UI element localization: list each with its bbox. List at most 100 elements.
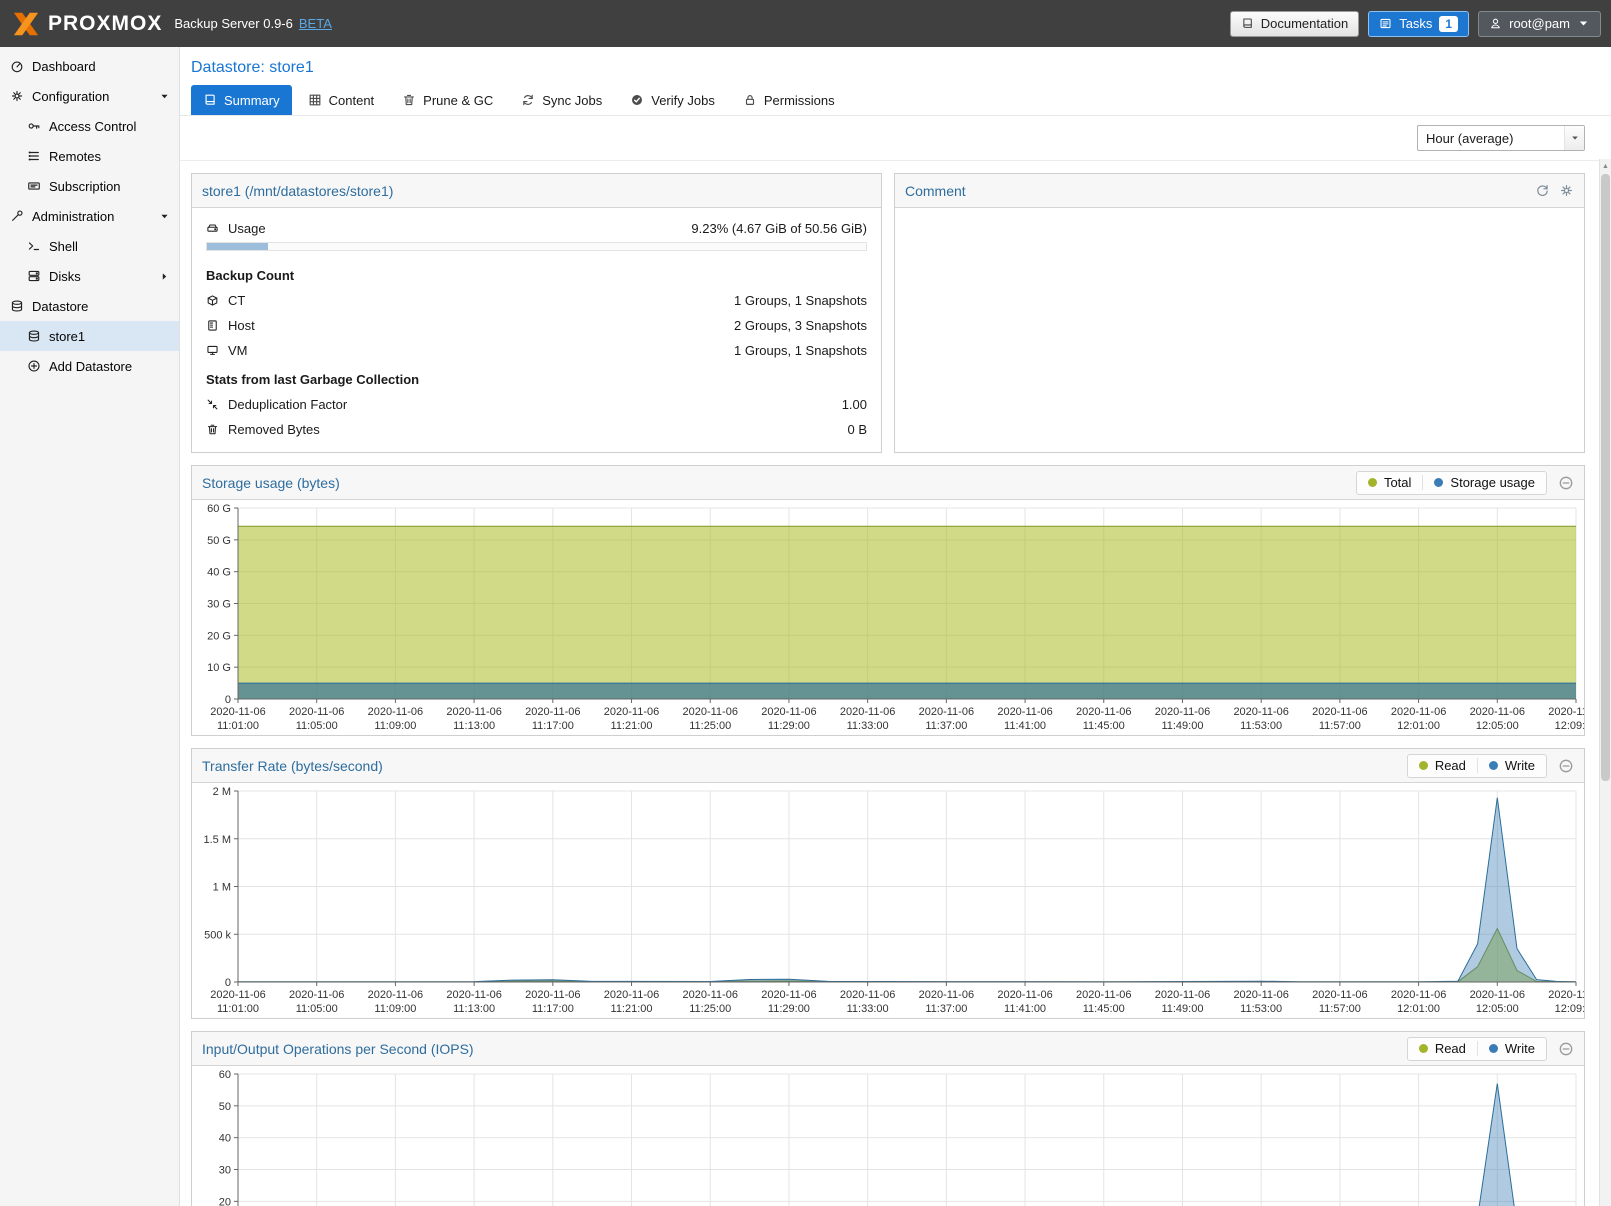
svg-text:30: 30 (219, 1165, 231, 1177)
user-menu-button[interactable]: root@pam (1478, 11, 1601, 37)
svg-text:11:05:00: 11:05:00 (296, 720, 338, 732)
legend-item-read[interactable]: Read (1408, 1041, 1477, 1056)
sidebar-item-administration[interactable]: Administration (0, 201, 179, 231)
panel-title: Comment (905, 183, 966, 199)
svg-text:2020-11-06: 2020-11-06 (1548, 989, 1584, 1001)
comment-body[interactable] (895, 208, 1584, 224)
tab-label: Sync Jobs (542, 93, 602, 108)
sidebar-item-remotes[interactable]: Remotes (0, 141, 179, 171)
svg-text:12:09:00: 12:09:00 (1555, 1003, 1584, 1015)
svg-text:11:37:00: 11:37:00 (925, 1003, 967, 1015)
svg-text:11:21:00: 11:21:00 (611, 720, 653, 732)
svg-text:11:29:00: 11:29:00 (768, 720, 810, 732)
svg-text:2020-11-06: 2020-11-06 (1391, 989, 1446, 1001)
ticket-icon (27, 179, 41, 193)
collapse-icon[interactable] (1558, 475, 1574, 491)
vertical-scrollbar[interactable]: ▲ (1599, 159, 1611, 1206)
svg-text:11:53:00: 11:53:00 (1240, 1003, 1282, 1015)
svg-text:2020-11-06: 2020-11-06 (997, 989, 1052, 1001)
legend-dot (1489, 761, 1498, 770)
documentation-button[interactable]: Documentation (1230, 11, 1359, 37)
svg-text:2020-11-06: 2020-11-06 (1548, 706, 1584, 718)
collapse-icon[interactable] (1558, 1041, 1574, 1057)
trash-icon (402, 93, 416, 107)
svg-text:2020-11-06: 2020-11-06 (761, 989, 816, 1001)
legend-label: Storage usage (1450, 475, 1535, 490)
plus-circle-icon (27, 359, 41, 373)
svg-text:2020-11-06: 2020-11-06 (1233, 989, 1288, 1001)
timerange-value: Hour (average) (1426, 131, 1513, 146)
tasks-button[interactable]: Tasks 1 (1368, 11, 1469, 37)
svg-text:2020-11-06: 2020-11-06 (604, 706, 659, 718)
transfer-rate-panel: Transfer Rate (bytes/second) Read Write (191, 748, 1585, 1019)
svg-text:2020-11-06: 2020-11-06 (1076, 989, 1131, 1001)
sidebar-item-store1[interactable]: store1 (0, 321, 179, 351)
sidebar-item-shell[interactable]: Shell (0, 231, 179, 261)
tab-label: Permissions (764, 93, 835, 108)
transfer-rate-chart: 0500 k1 M1.5 M2 M2020-11-0611:01:002020-… (192, 783, 1584, 1018)
collapse-expander-icon[interactable] (159, 211, 170, 222)
tab-summary[interactable]: Summary (191, 85, 292, 115)
gear-icon[interactable] (1559, 183, 1574, 198)
tab-content[interactable]: Content (296, 85, 387, 115)
sidebar-item-label: Disks (49, 269, 81, 284)
sidebar-item-label: Dashboard (32, 59, 96, 74)
svg-text:2 M: 2 M (213, 786, 231, 798)
tab-sync-jobs[interactable]: Sync Jobs (509, 85, 614, 115)
svg-text:2020-11-06: 2020-11-06 (1312, 989, 1367, 1001)
host-icon (206, 319, 219, 332)
legend-item-read[interactable]: Read (1408, 758, 1477, 773)
database-icon (27, 329, 41, 343)
svg-text:2020-11-06: 2020-11-06 (289, 706, 344, 718)
collapse-expander-icon[interactable] (159, 91, 170, 102)
sidebar-item-subscription[interactable]: Subscription (0, 171, 179, 201)
timerange-select[interactable]: Hour (average) (1417, 125, 1585, 151)
iops-chart: 01020304050602020-11-0611:01:002020-11-0… (192, 1066, 1584, 1206)
tab-label: Summary (224, 93, 280, 108)
sync-icon (521, 93, 535, 107)
expand-expander-icon[interactable] (159, 271, 170, 282)
svg-text:2020-11-06: 2020-11-06 (1470, 989, 1525, 1001)
sidebar-item-access-control[interactable]: Access Control (0, 111, 179, 141)
row-value: 1.00 (842, 397, 867, 412)
sidebar: Dashboard Configuration Access Control R… (0, 47, 180, 1206)
legend-item-storage-usage[interactable]: Storage usage (1422, 475, 1546, 490)
legend-item-total[interactable]: Total (1357, 475, 1422, 490)
svg-text:2020-11-06: 2020-11-06 (210, 989, 265, 1001)
sidebar-item-configuration[interactable]: Configuration (0, 81, 179, 111)
beta-link[interactable]: BETA (299, 16, 332, 31)
tab-permissions[interactable]: Permissions (731, 85, 847, 115)
svg-text:2020-11-06: 2020-11-06 (1076, 706, 1131, 718)
lock-icon (743, 93, 757, 107)
svg-text:10 G: 10 G (207, 662, 231, 674)
refresh-icon[interactable] (1535, 183, 1550, 198)
svg-text:2020-11-06: 2020-11-06 (683, 989, 738, 1001)
chevron-down-icon (1570, 133, 1580, 143)
usage-row: Usage 9.23% (4.67 GiB of 50.56 GiB) (206, 216, 867, 241)
tab-prune-gc[interactable]: Prune & GC (390, 85, 505, 115)
svg-text:2020-11-06: 2020-11-06 (289, 989, 344, 1001)
tab-bar: Summary Content Prune & GC Sync Jobs Ver… (180, 85, 1611, 116)
documentation-label: Documentation (1261, 16, 1348, 31)
legend-item-write[interactable]: Write (1477, 758, 1546, 773)
legend-item-write[interactable]: Write (1477, 1041, 1546, 1056)
scrollbar-up-icon[interactable]: ▲ (1600, 159, 1611, 173)
sidebar-item-disks[interactable]: Disks (0, 261, 179, 291)
row-value: 0 B (847, 422, 867, 437)
svg-text:11:49:00: 11:49:00 (1161, 1003, 1203, 1015)
sidebar-item-datastore[interactable]: Datastore (0, 291, 179, 321)
chart-legend: Total Storage usage (1356, 471, 1547, 495)
usage-progress-bar (206, 242, 867, 251)
top-bar: PROXMOX Backup Server 0.9-6 BETA Documen… (0, 0, 1611, 47)
usage-progress-fill (207, 243, 268, 250)
svg-text:2020-11-06: 2020-11-06 (840, 706, 895, 718)
collapse-icon[interactable] (1558, 758, 1574, 774)
chevron-down-icon (1577, 17, 1590, 30)
host-row: Host 2 Groups, 3 Snapshots (206, 313, 867, 338)
sidebar-item-add-datastore[interactable]: Add Datastore (0, 351, 179, 381)
chart-legend: Read Write (1407, 1037, 1547, 1061)
scrollbar-thumb[interactable] (1601, 174, 1610, 781)
tab-verify-jobs[interactable]: Verify Jobs (618, 85, 727, 115)
storage-usage-panel: Storage usage (bytes) Total Storage usag… (191, 465, 1585, 736)
sidebar-item-dashboard[interactable]: Dashboard (0, 51, 179, 81)
